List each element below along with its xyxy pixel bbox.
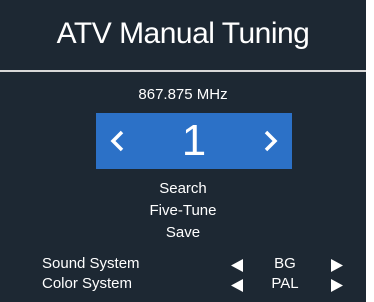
title-divider [0, 70, 366, 72]
color-system-label: Color System [42, 275, 133, 292]
sound-system-row[interactable]: Sound System BG [0, 254, 366, 274]
color-system-next-icon[interactable] [330, 278, 344, 292]
sound-system-next-icon[interactable] [330, 258, 344, 272]
channel-number: 1 [181, 116, 207, 165]
sound-system-prev-icon[interactable] [230, 258, 244, 272]
color-system-row[interactable]: Color System PAL [0, 274, 366, 294]
menu-item-save[interactable]: Save [0, 223, 366, 243]
color-system-prev-icon[interactable] [230, 278, 244, 292]
atv-manual-tuning-panel: ATV Manual Tuning 867.875 MHz 1 Search F… [0, 0, 366, 302]
color-system-value: PAL [271, 275, 299, 292]
menu-item-five-tune[interactable]: Five-Tune [0, 201, 366, 221]
sound-system-value: BG [274, 255, 296, 272]
page-title: ATV Manual Tuning [56, 17, 310, 50]
frequency-readout: 867.875 MHz [138, 86, 228, 103]
sound-system-label: Sound System [42, 255, 140, 272]
channel-prev-button[interactable] [100, 113, 134, 169]
channel-next-button[interactable] [254, 113, 288, 169]
channel-selector[interactable]: 1 [96, 113, 292, 169]
menu-item-search[interactable]: Search [0, 179, 366, 199]
